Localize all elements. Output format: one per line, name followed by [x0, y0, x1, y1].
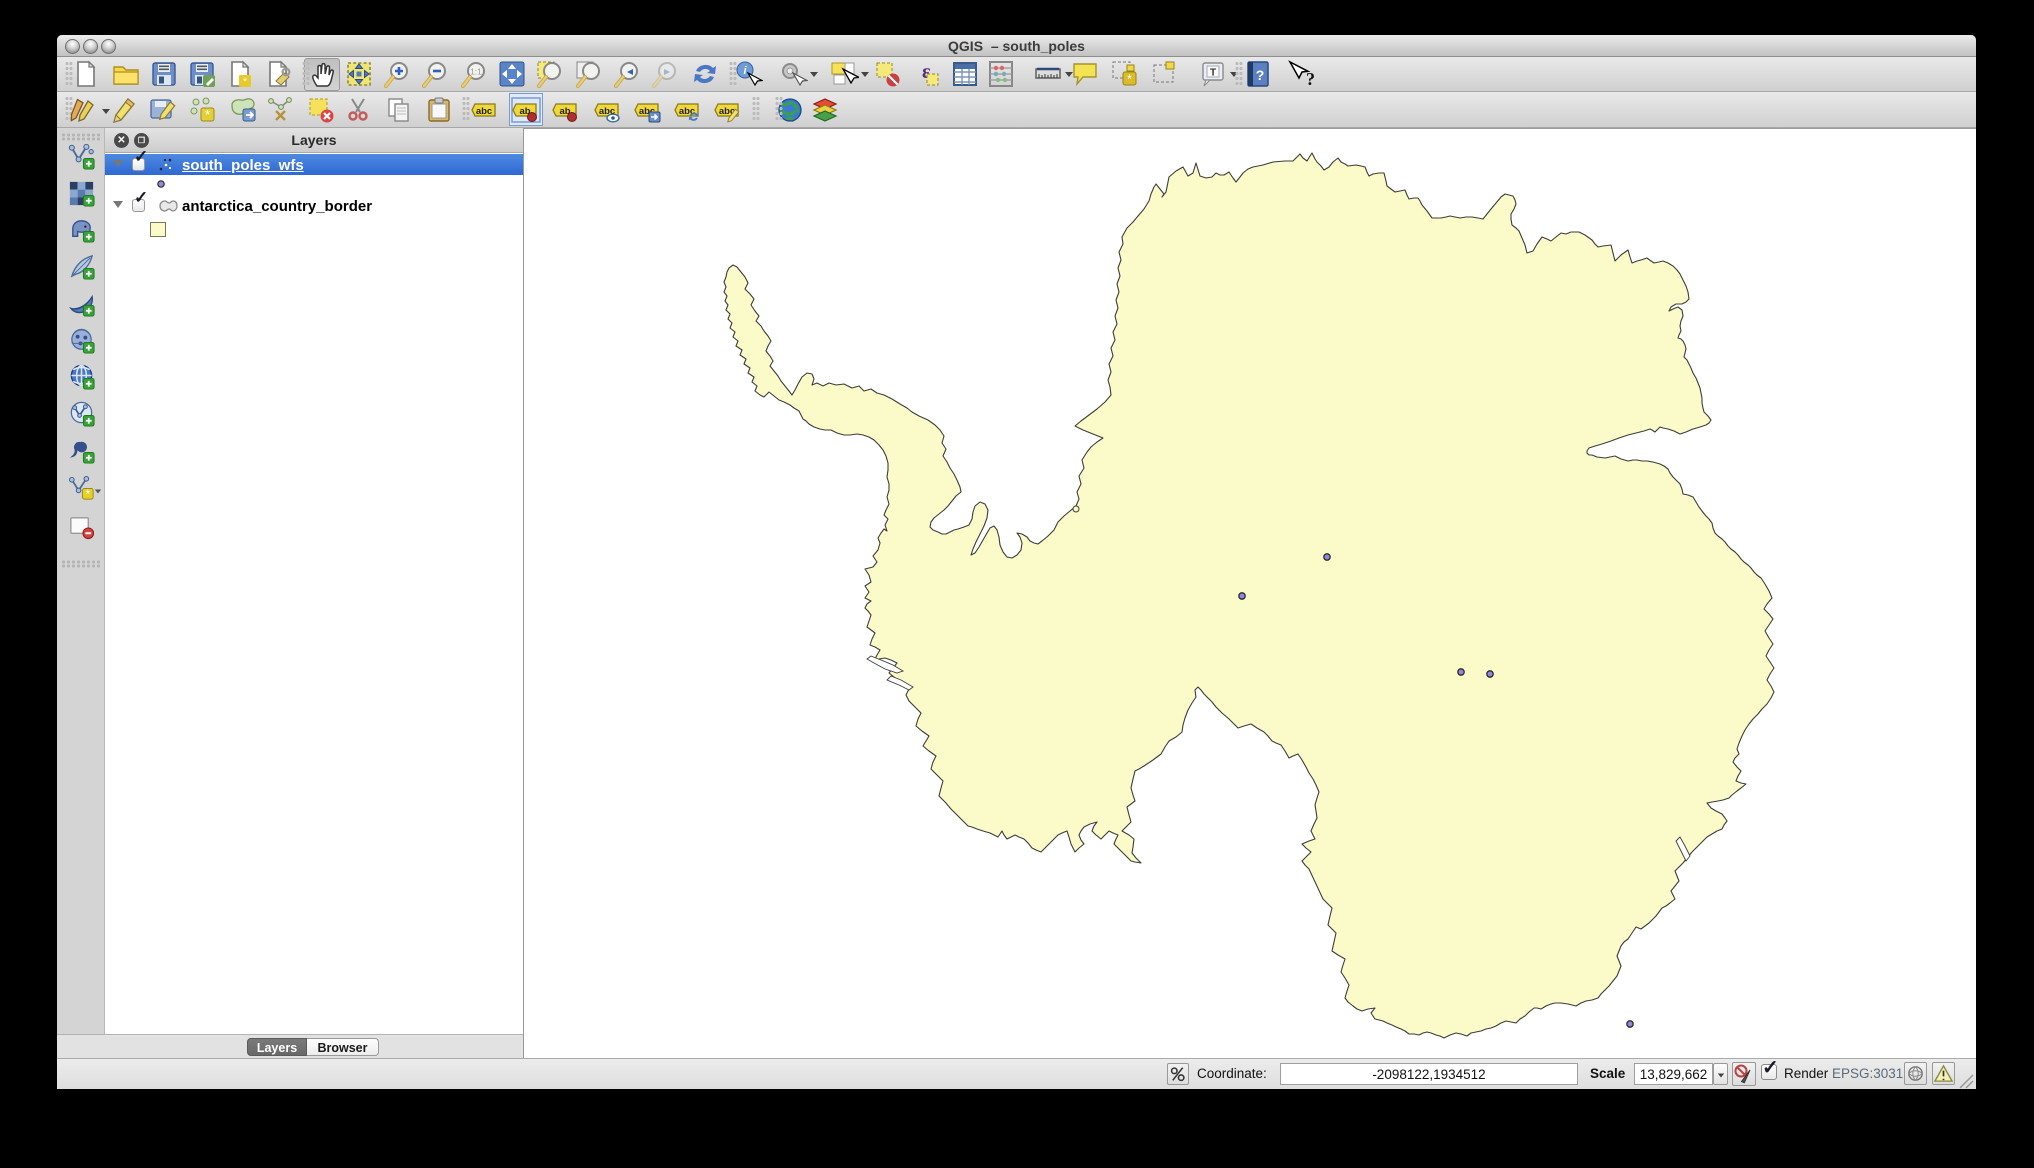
svg-text:abc: abc [476, 106, 492, 117]
svg-text:*: * [205, 107, 210, 122]
svg-text:*: * [243, 76, 248, 88]
svg-text:*: * [1127, 72, 1132, 86]
svg-text:abc: abc [679, 106, 695, 117]
svg-text:?: ? [1256, 67, 1265, 83]
svg-text:*: * [86, 488, 91, 501]
svg-text:1:1: 1:1 [470, 67, 482, 77]
svg-text:T: T [1210, 68, 1216, 79]
svg-text:?: ? [1306, 69, 1314, 89]
